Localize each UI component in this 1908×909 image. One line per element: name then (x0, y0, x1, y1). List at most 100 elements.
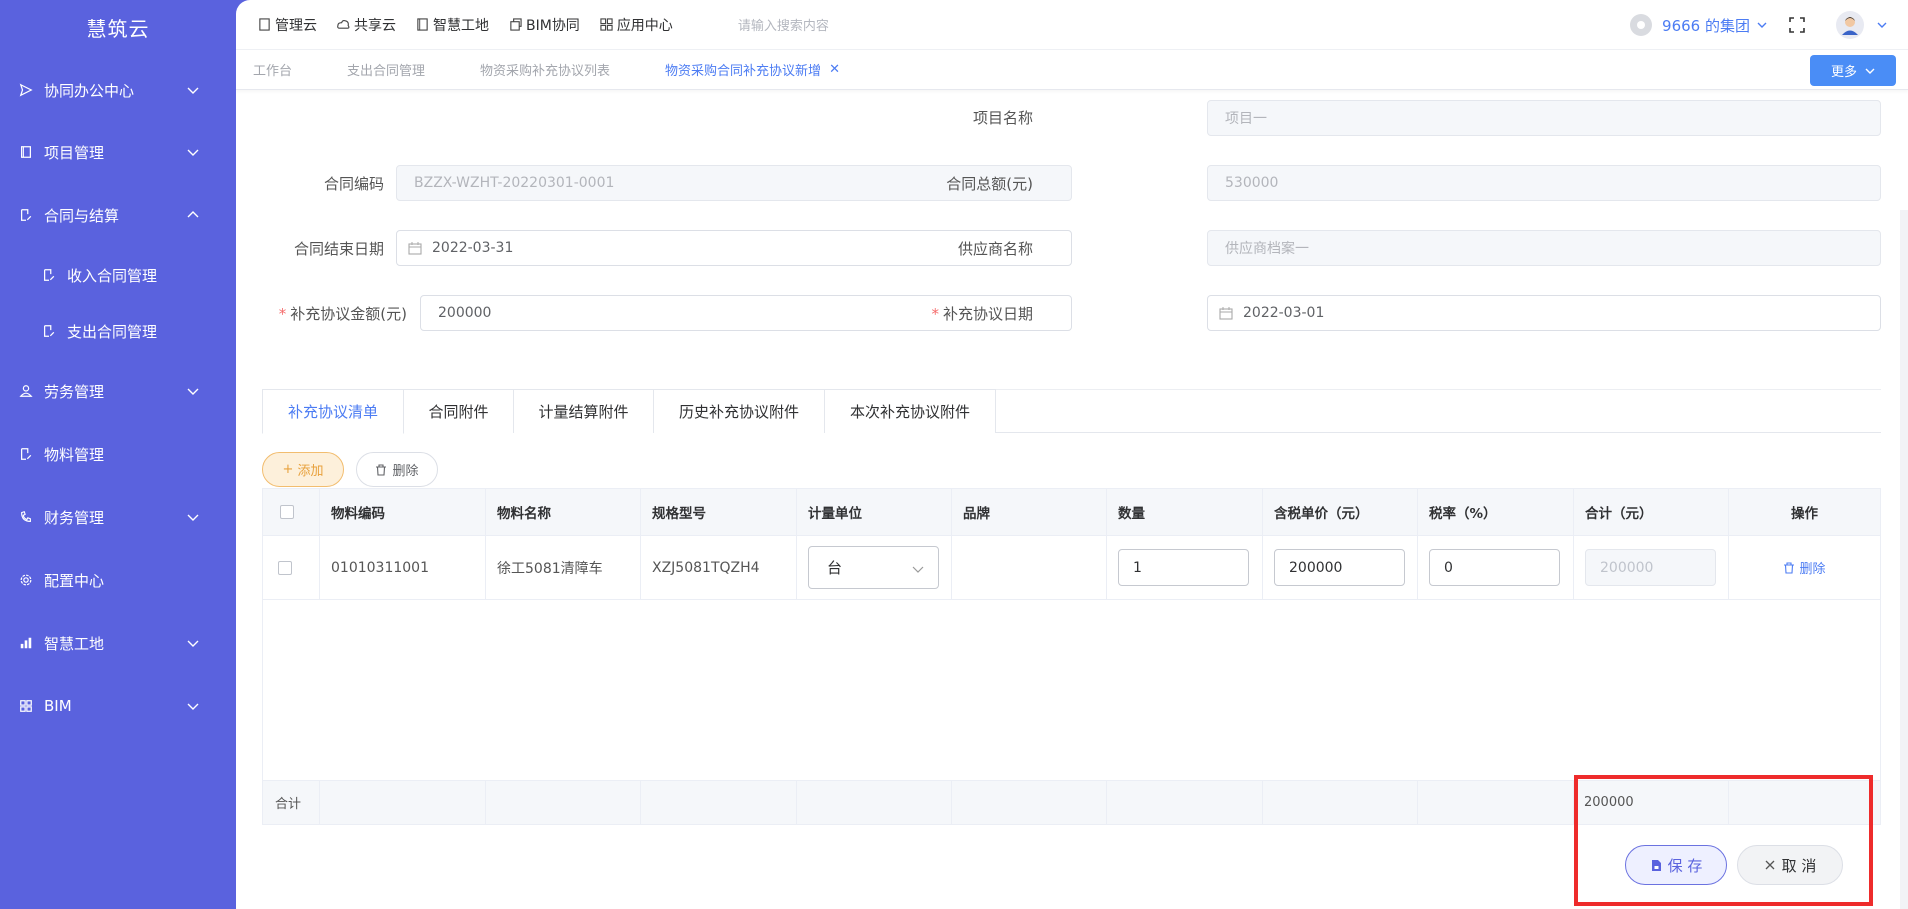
sidebar-item-labor[interactable]: 劳务管理 (0, 371, 236, 411)
unit-select[interactable]: 台 (808, 546, 939, 589)
supp-amount-label-text: 补充协议金额(元) (290, 305, 407, 323)
sidebar-item-config[interactable]: 配置中心 (0, 560, 236, 600)
send-icon (18, 82, 34, 98)
sidebar-item-contract[interactable]: 合同与结算 (0, 195, 236, 235)
close-icon (1765, 860, 1775, 870)
tab-workbench[interactable]: 工作台 (253, 60, 292, 79)
topnav-label: 应用中心 (616, 17, 673, 34)
tab-supplement-list[interactable]: 物资采购补充协议列表 (480, 60, 610, 79)
sidebar-item-material[interactable]: 物料管理 (0, 434, 236, 474)
topnav-label: 智慧工地 (433, 17, 489, 34)
book-icon (417, 18, 428, 31)
detail-tabs: 补充协议清单 合同附件 计量结算附件 历史补充协议附件 本次补充协议附件 (262, 389, 1881, 434)
cancel-label: 取 消 (1781, 856, 1817, 875)
items-table: 物料编码 物料名称 规格型号 计量单位 品牌 数量 含税单价（元） 税率（%） … (262, 488, 1881, 825)
required-mark: * (278, 305, 287, 323)
supplier-field: 供应商档案一 (1207, 230, 1881, 266)
book-icon (18, 144, 34, 160)
cell-price: 200000 (1263, 536, 1418, 599)
tax-input[interactable]: 0 (1429, 549, 1560, 586)
bar-chart-icon (18, 635, 34, 651)
topnav-app-center[interactable]: 应用中心 (600, 15, 673, 35)
doc-icon (259, 18, 270, 31)
row-delete-link[interactable]: 删除 (1783, 558, 1826, 577)
price-input[interactable]: 200000 (1274, 549, 1405, 586)
delete-button[interactable]: 删除 (356, 452, 438, 487)
chevron-down-icon[interactable] (1876, 19, 1888, 31)
end-date-label: 合同结束日期 (293, 240, 384, 258)
footer-cell (1729, 781, 1880, 824)
contract-code-label: 合同编码 (323, 175, 384, 193)
col-header: 规格型号 (641, 489, 797, 535)
sidebar-item-project[interactable]: 项目管理 (0, 132, 236, 172)
topnav-bim[interactable]: BIM协同 (509, 15, 580, 35)
tab-supplement-items[interactable]: 补充协议清单 (262, 389, 404, 434)
save-button[interactable]: 保 存 (1625, 845, 1727, 885)
org-switcher[interactable]: 9666 的集团 (1662, 15, 1750, 36)
chevron-down-icon (912, 566, 924, 573)
tab-history-attachments[interactable]: 历史补充协议附件 (653, 389, 825, 433)
edit-doc-icon (41, 267, 57, 283)
sidebar-item-smart-site[interactable]: 智慧工地 (0, 623, 236, 663)
sidebar-item-label: 财务管理 (44, 508, 105, 527)
top-nav: 管理云 共享云 智慧工地 BIM协同 应用中心 (258, 15, 693, 35)
sidebar-item-label: BIM (44, 697, 72, 715)
sidebar-item-label: 项目管理 (44, 143, 105, 162)
worker-icon (18, 383, 34, 399)
col-header: 含税单价（元） (1263, 489, 1418, 535)
supp-date-picker[interactable]: 2022-03-01 (1207, 295, 1881, 331)
plus-icon: + (282, 462, 294, 477)
sidebar-item-label: 合同与结算 (44, 206, 120, 225)
table-header: 物料编码 物料名称 规格型号 计量单位 品牌 数量 含税单价（元） 税率（%） … (263, 489, 1880, 536)
calendar-icon (408, 242, 422, 255)
footer-cell (1263, 781, 1418, 824)
supplier-label: 供应商名称 (957, 240, 1033, 258)
search-input[interactable]: 请输入搜索内容 (738, 15, 829, 34)
org-avatar (1630, 14, 1653, 36)
sidebar-item-income-contract[interactable]: 收入合同管理 (0, 255, 236, 295)
save-label: 保 存 (1667, 856, 1703, 875)
sidebar-item-collab-office[interactable]: 协同办公中心 (0, 70, 236, 110)
add-button[interactable]: + 添加 (262, 452, 344, 487)
scrollbar[interactable] (1900, 210, 1908, 909)
more-label: 更多 (1830, 65, 1857, 80)
table-row: 01010311001 徐工5081清障车 XZJ5081TQZH4 台 1 2… (263, 536, 1880, 600)
tab-expense-contract[interactable]: 支出合同管理 (347, 60, 425, 79)
select-all-checkbox[interactable] (280, 505, 294, 519)
project-name-field: 项目一 (1207, 100, 1881, 136)
cell-code: 01010311001 (320, 536, 486, 599)
tab-supplement-new[interactable]: 物资采购合同补充协议新增 (665, 60, 821, 79)
chevron-down-icon (187, 514, 199, 521)
chevron-down-icon (187, 388, 199, 395)
sidebar-item-finance[interactable]: 财务管理 (0, 497, 236, 537)
chevron-down-icon[interactable] (1756, 19, 1768, 31)
sidebar-item-label: 智慧工地 (44, 634, 105, 653)
tab-settlement-attachments[interactable]: 计量结算附件 (513, 389, 654, 433)
topnav-smart-site[interactable]: 智慧工地 (416, 15, 489, 35)
fullscreen-icon[interactable] (1788, 16, 1806, 34)
app-logo: 慧筑云 (86, 17, 150, 41)
top-bar: 管理云 共享云 智慧工地 BIM协同 应用中心 请输入搜索内容 9666 的集团 (236, 0, 1908, 50)
supp-date-label-text: 补充协议日期 (942, 305, 1033, 323)
topnav-shared-cloud[interactable]: 共享云 (337, 15, 396, 35)
qty-input[interactable]: 1 (1118, 549, 1249, 586)
close-icon[interactable]: ✕ (829, 62, 840, 77)
sidebar-item-expense-contract[interactable]: 支出合同管理 (0, 311, 236, 351)
cloud-icon (337, 19, 350, 29)
col-header: 合计（元） (1574, 489, 1729, 535)
select-all-cell (263, 489, 320, 535)
tab-contract-attachments[interactable]: 合同附件 (403, 389, 514, 433)
avatar[interactable] (1836, 11, 1864, 39)
tab-current-attachments[interactable]: 本次补充协议附件 (824, 389, 996, 433)
grid-icon (600, 18, 613, 31)
sidebar-item-bim[interactable]: BIM (0, 686, 236, 726)
col-header: 数量 (1107, 489, 1263, 535)
cancel-button[interactable]: 取 消 (1737, 845, 1843, 885)
chevron-down-icon (187, 87, 199, 94)
more-button[interactable]: 更多 (1810, 55, 1896, 86)
row-checkbox[interactable] (278, 560, 292, 575)
topnav-management-cloud[interactable]: 管理云 (258, 15, 317, 35)
col-header: 税率（%） (1418, 489, 1574, 535)
edit-doc-icon (18, 446, 34, 462)
bim-icon (510, 18, 522, 31)
